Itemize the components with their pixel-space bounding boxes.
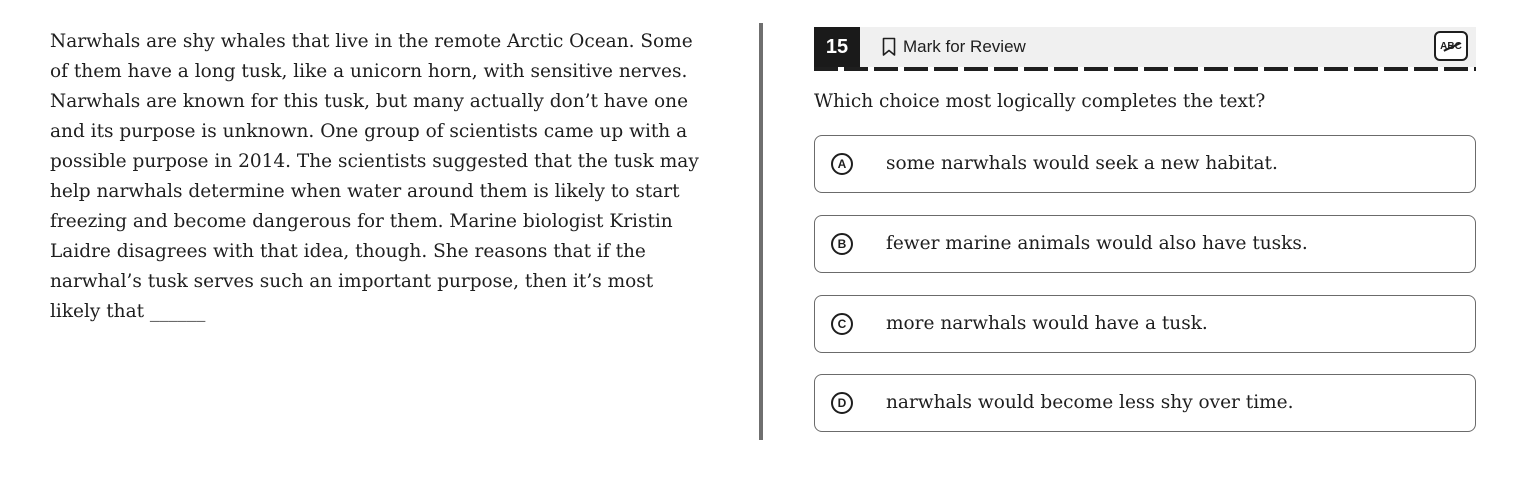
- bookmark-icon: [882, 37, 896, 56]
- mark-for-review-button[interactable]: Mark for Review: [882, 35, 1026, 59]
- passage-panel: Narwhals are shy whales that live in the…: [50, 27, 700, 327]
- question-number: 15: [814, 27, 860, 67]
- header-dashed-rule: [814, 67, 1476, 71]
- choice-c[interactable]: C more narwhals would have a tusk.: [814, 295, 1476, 353]
- choice-a[interactable]: A some narwhals would seek a new habitat…: [814, 135, 1476, 193]
- choice-letter-a: A: [831, 153, 853, 175]
- choice-text-a: some narwhals would seek a new habitat.: [886, 153, 1278, 174]
- choice-text-b: fewer marine animals would also have tus…: [886, 233, 1308, 254]
- choice-text-c: more narwhals would have a tusk.: [886, 313, 1208, 334]
- question-header: 15 Mark for Review ABC: [814, 27, 1476, 67]
- passage-text: Narwhals are shy whales that live in the…: [50, 31, 699, 322]
- choice-letter-d: D: [831, 392, 853, 414]
- choice-d[interactable]: D narwhals would become less shy over ti…: [814, 374, 1476, 432]
- choice-letter-b: B: [831, 233, 853, 255]
- answer-eliminator-button[interactable]: ABC: [1434, 31, 1468, 61]
- choice-text-d: narwhals would become less shy over time…: [886, 392, 1294, 413]
- pane-divider[interactable]: [759, 23, 763, 440]
- choice-b[interactable]: B fewer marine animals would also have t…: [814, 215, 1476, 273]
- mark-for-review-label: Mark for Review: [903, 37, 1026, 56]
- choice-letter-c: C: [831, 313, 853, 335]
- question-prompt: Which choice most logically completes th…: [814, 91, 1266, 112]
